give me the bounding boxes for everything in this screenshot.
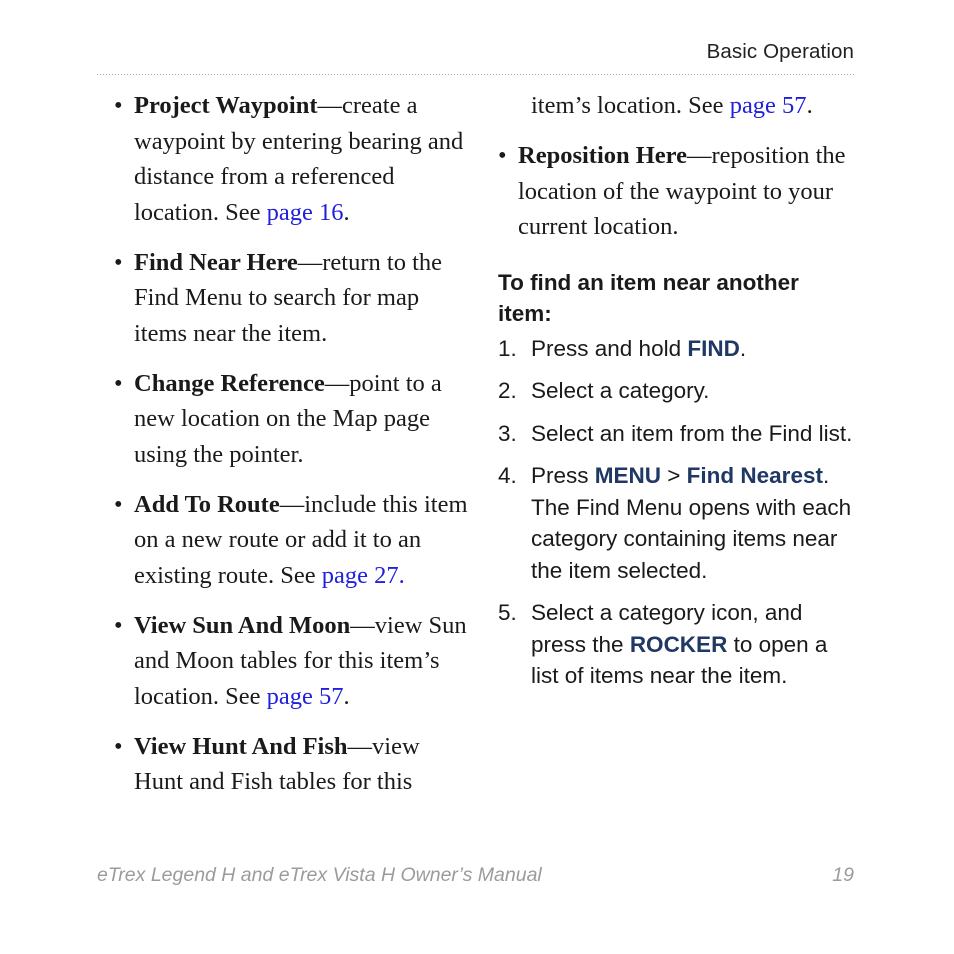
step-number: 3. [498, 420, 517, 446]
continuation-text-tail: . [806, 92, 813, 119]
step-text: > [661, 463, 687, 488]
procedure-step: 3. Select an item from the Find list. [496, 418, 858, 450]
continuation-paragraph: item’s location. See page 57. [496, 88, 858, 124]
list-item: • Reposition Here—reposition the location… [496, 138, 858, 245]
page-reference-link[interactable]: page 57 [730, 92, 807, 119]
em-dash: — [279, 490, 305, 518]
procedure-heading: To find an item near another item: [498, 269, 799, 326]
content-columns: • Project Waypoint—create a waypoint by e… [0, 88, 954, 848]
em-dash: — [317, 92, 343, 119]
step-text: Press and hold [531, 335, 688, 361]
bullet-icon: • [498, 142, 507, 169]
step-text: . [739, 335, 747, 361]
list-item: • View Sun And Moon—view Sun and Moon tab… [112, 608, 474, 715]
right-bullet-list: • Reposition Here—reposition the location… [496, 138, 858, 245]
list-item-term: Add To Route [134, 490, 280, 518]
device-key-name: Find Nearest [686, 463, 823, 488]
device-key-name: ROCKER [629, 631, 728, 657]
procedure-step: 4. Press MENU > Find Nearest. The Find Me… [496, 460, 858, 586]
step-number: 5. [498, 600, 517, 625]
left-column: • Project Waypoint—create a waypoint by e… [112, 88, 474, 800]
list-item: • Find Near Here—return to the Find Menu … [112, 245, 474, 352]
bullet-icon: • [114, 248, 123, 276]
page-reference-link[interactable]: page 16 [267, 199, 344, 226]
list-item: • Add To Route—include this item on a new… [112, 487, 474, 594]
list-item-term: View Hunt And Fish [134, 732, 348, 760]
bullet-icon: • [114, 490, 123, 518]
left-bullet-list: • Project Waypoint—create a waypoint by e… [112, 88, 474, 800]
em-dash: — [297, 248, 323, 276]
step-number: 4. [498, 463, 517, 488]
bullet-icon: • [114, 92, 123, 119]
right-column: item’s location. See page 57. • Repositio… [496, 88, 858, 692]
footer-page-number: 19 [832, 864, 854, 886]
list-item: • Change Reference—point to a new locatio… [112, 366, 474, 473]
page-reference-link[interactable]: page 27. [322, 562, 405, 589]
list-item-text-tail: . [343, 682, 350, 710]
step-number: 2. [498, 378, 517, 403]
device-key-name: MENU [594, 463, 662, 488]
em-dash: — [324, 369, 350, 397]
list-item-term: Change Reference [134, 369, 325, 397]
device-key-name: FIND [687, 335, 740, 361]
procedure-step: 2. Select a category. [496, 375, 858, 407]
em-dash: — [347, 732, 373, 760]
em-dash: — [687, 142, 712, 169]
step-number: 1. [498, 335, 517, 361]
list-item-term: Find Near Here [134, 248, 298, 276]
list-item-term: Reposition Here [518, 142, 687, 169]
list-item-term: View Sun And Moon [134, 611, 351, 639]
list-item-text-tail: . [343, 198, 350, 226]
em-dash: — [350, 611, 375, 639]
step-text: Press [531, 463, 595, 488]
manual-page: Basic Operation • Project Waypoint—create… [0, 0, 954, 954]
list-item: • Project Waypoint—create a waypoint by e… [112, 88, 474, 230]
page-footer: eTrex Legend H and eTrex Vista H Owner’s… [97, 864, 854, 886]
step-text: Select a category. [531, 378, 710, 403]
header-divider [97, 74, 854, 75]
procedure-steps: 1. Press and hold FIND. 2. Select a categor… [496, 333, 858, 692]
list-item: • View Hunt And Fish—view Hunt and Fish t… [112, 729, 474, 800]
bullet-icon: • [114, 611, 123, 639]
page-header: Basic Operation [97, 40, 854, 63]
procedure-step: 1. Press and hold FIND. [496, 333, 858, 365]
header-title: Basic Operation [706, 40, 854, 63]
step-text: Select an item from the Find list. [531, 420, 853, 446]
bullet-icon: • [114, 369, 123, 397]
bullet-icon: • [114, 732, 123, 760]
page-reference-link[interactable]: page 57 [267, 683, 344, 710]
footer-manual-title: eTrex Legend H and eTrex Vista H Owner’s… [97, 864, 542, 886]
list-item-term: Project Waypoint [134, 92, 318, 119]
procedure-step: 5. Select a category icon, and press the … [496, 597, 858, 692]
continuation-text: item’s location. See [531, 92, 730, 119]
